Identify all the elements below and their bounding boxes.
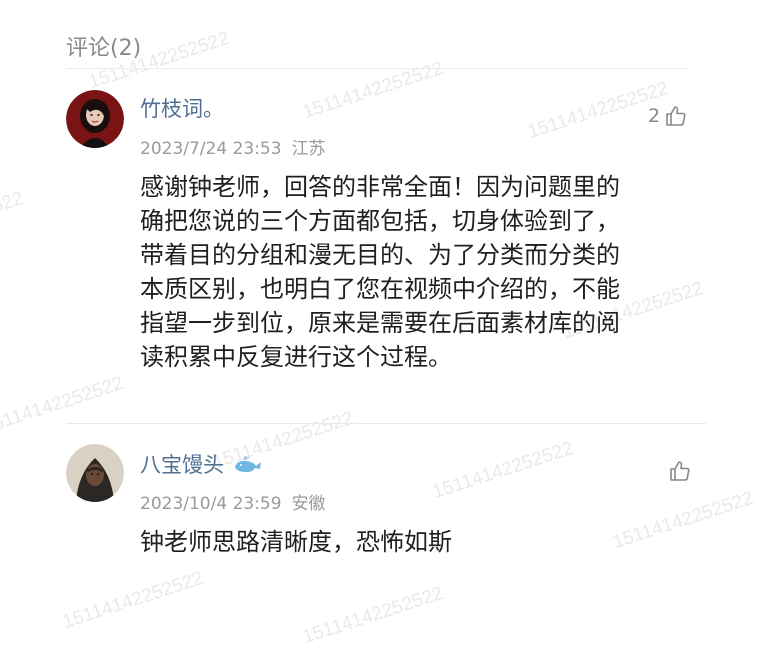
avatar[interactable] bbox=[66, 444, 124, 502]
comment-line: 本质区别，也明白了您在视频中介绍的，不能 bbox=[140, 275, 620, 303]
avatar[interactable] bbox=[66, 90, 124, 148]
comment-text: 感谢钟老师，回答的非常全面！因为问题里的 确把您说的三个方面都包括，切身体验到了… bbox=[140, 170, 620, 374]
comment-text: 钟老师思路清晰度，恐怖如斯 bbox=[140, 525, 452, 559]
avatar-hooded-person-icon bbox=[66, 444, 124, 502]
comment-date: 2023/10/4 23:59 bbox=[140, 494, 282, 514]
comment-location: 江苏 bbox=[291, 139, 326, 159]
thumbs-up-icon bbox=[666, 106, 686, 126]
header-divider bbox=[66, 68, 688, 69]
comment-line: 读积累中反复进行这个过程。 bbox=[140, 343, 452, 371]
like-button[interactable]: 2 bbox=[648, 104, 688, 128]
comment-meta: 2023/7/24 23:53 江苏 bbox=[140, 134, 326, 159]
comment-location: 安徽 bbox=[291, 494, 326, 514]
username[interactable]: 竹枝词。 bbox=[140, 93, 224, 123]
username-text: 八宝馒头 bbox=[140, 453, 224, 477]
comments-header: 评论(2) bbox=[66, 36, 142, 61]
comment-line: 带着目的分组和漫无目的、为了分类而分类的 bbox=[140, 241, 620, 269]
watermark: 15114142252522 bbox=[60, 567, 207, 634]
like-count: 2 bbox=[648, 105, 661, 127]
comment-line: 感谢钟老师，回答的非常全面！因为问题里的 bbox=[140, 173, 620, 201]
whale-icon bbox=[234, 455, 261, 473]
username[interactable]: 八宝馒头 bbox=[140, 449, 263, 479]
like-button[interactable] bbox=[668, 459, 692, 483]
watermark: 15114142252522 bbox=[300, 582, 447, 649]
thumbs-up-icon bbox=[670, 461, 690, 481]
comment-date: 2023/7/24 23:53 bbox=[140, 139, 282, 159]
watermark: 15114142252522 bbox=[430, 437, 577, 504]
watermark: 15114142252522 bbox=[0, 187, 27, 254]
watermark: 15114142252522 bbox=[610, 487, 757, 554]
comment-line: 钟老师思路清晰度，恐怖如斯 bbox=[140, 528, 452, 556]
comment-line: 确把您说的三个方面都包括，切身体验到了， bbox=[140, 207, 620, 235]
avatar-woman-icon bbox=[66, 90, 124, 148]
comment-meta: 2023/10/4 23:59 安徽 bbox=[140, 489, 326, 514]
comment-divider bbox=[66, 423, 706, 424]
watermark: 15114142252522 bbox=[0, 372, 127, 439]
comment-line: 指望一步到位，原来是需要在后面素材库的阅 bbox=[140, 309, 620, 337]
